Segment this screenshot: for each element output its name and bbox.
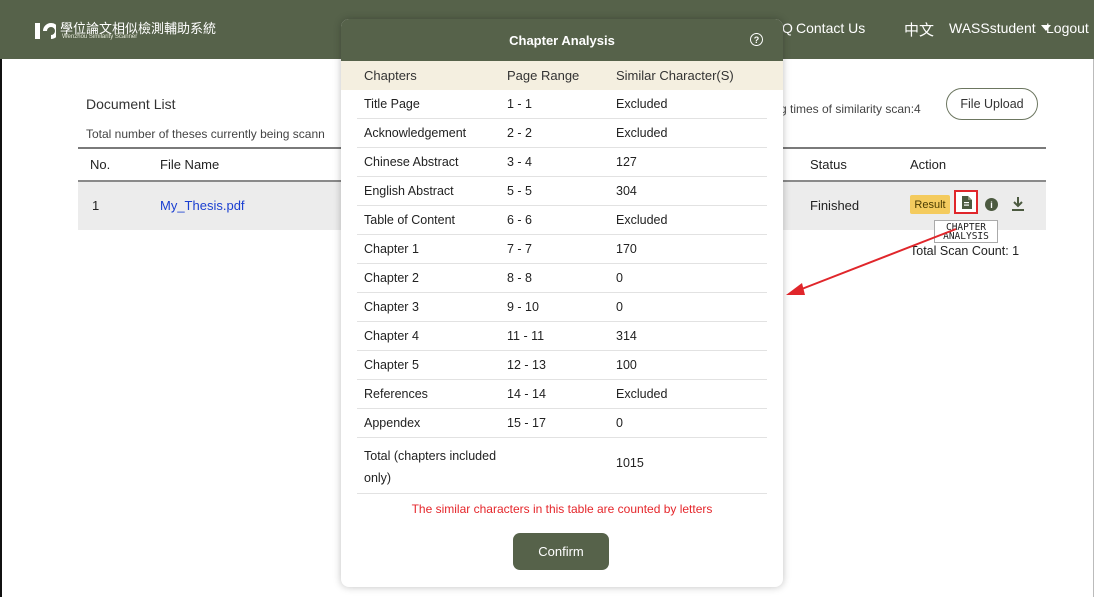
download-icon[interactable] — [1011, 196, 1025, 212]
column-header-no: No. — [90, 157, 111, 172]
similar-characters: 304 — [616, 184, 637, 198]
page-range: 7 - 7 — [507, 242, 533, 256]
table-row: Chapter 1 7 - 7 170 — [357, 235, 767, 264]
page-range: 2 - 2 — [507, 126, 533, 140]
column-header-action: Action — [910, 157, 947, 172]
modal-header: Chapter Analysis ? — [341, 19, 783, 61]
table-row: Chapter 5 12 - 13 100 — [357, 351, 767, 380]
nav-faq-link[interactable]: Q — [782, 20, 793, 36]
page-range: 9 - 10 — [507, 300, 539, 314]
user-menu[interactable]: WASSstudent — [949, 20, 1051, 36]
chapter-analysis-button[interactable] — [954, 190, 978, 214]
column-header-status: Status — [810, 157, 847, 172]
column-header-chapters: Chapters — [364, 68, 417, 83]
chapter-name: Appendex — [364, 416, 421, 430]
column-header-page-range: Page Range — [507, 68, 580, 83]
chapter-name: References — [364, 387, 428, 401]
similar-characters: Excluded — [616, 213, 668, 227]
chapter-name: Title Page — [364, 97, 420, 111]
table-header: Chapters Page Range Similar Character(S) — [341, 61, 783, 90]
scan-times-text: g times of similarity scan:4 — [780, 102, 921, 116]
chapter-name: Chapter 5 — [364, 358, 419, 372]
page-range: 12 - 13 — [507, 358, 546, 372]
page-range: 14 - 14 — [507, 387, 546, 401]
file-name-link[interactable]: My_Thesis.pdf — [160, 198, 245, 213]
similar-characters: 170 — [616, 242, 637, 256]
result-button[interactable]: Result — [910, 195, 950, 214]
logout-link[interactable]: Logout — [1046, 20, 1089, 36]
file-upload-button[interactable]: File Upload — [946, 88, 1038, 120]
similar-characters: 100 — [616, 358, 637, 372]
language-switch[interactable]: 中文 — [904, 19, 934, 40]
annotation-arrow — [786, 228, 957, 295]
chapter-name: Chinese Abstract — [364, 155, 459, 169]
chapter-name: Chapter 2 — [364, 271, 419, 285]
similar-characters: Excluded — [616, 387, 668, 401]
table-row: Chapter 4 11 - 11 314 — [357, 322, 767, 351]
table-row: References 14 - 14 Excluded — [357, 380, 767, 409]
document-icon — [961, 195, 972, 209]
brand-subtitle: Wenzhou Similarity Scanner — [62, 34, 138, 40]
table-row: English Abstract 5 - 5 304 — [357, 177, 767, 206]
modal-title: Chapter Analysis — [509, 33, 615, 48]
column-header-similar-characters: Similar Character(S) — [616, 68, 734, 83]
confirm-button[interactable]: Confirm — [513, 533, 609, 570]
table-row: Title Page 1 - 1 Excluded — [357, 90, 767, 119]
column-header-file-name: File Name — [160, 157, 220, 172]
chapter-name: Chapter 4 — [364, 329, 419, 343]
chapter-name: Chapter 1 — [364, 242, 419, 256]
similar-characters: Excluded — [616, 97, 668, 111]
status-text: Finished — [810, 198, 860, 213]
page-range: 3 - 4 — [507, 155, 533, 169]
help-icon[interactable]: ? — [750, 33, 763, 46]
chapter-name: Table of Content — [364, 213, 456, 227]
chapter-name: Chapter 3 — [364, 300, 419, 314]
page-range: 11 - 11 — [507, 329, 545, 343]
chapter-name: English Abstract — [364, 184, 454, 198]
total-row: Total (chapters included only) 1015 — [357, 434, 767, 494]
similar-characters: 314 — [616, 329, 637, 343]
table-row: Chapter 3 9 - 10 0 — [357, 293, 767, 322]
table-row: Acknowledgement 2 - 2 Excluded — [357, 119, 767, 148]
total-theses-text: Total number of theses currently being s… — [86, 127, 325, 141]
total-label: Total (chapters included only) — [364, 449, 497, 485]
similar-characters: 0 — [616, 416, 623, 430]
counting-note: The similar characters in this table are… — [411, 502, 713, 516]
similar-characters: 0 — [616, 271, 623, 285]
table-row: Chinese Abstract 3 - 4 127 — [357, 148, 767, 177]
left-border — [0, 59, 2, 597]
page-range: 6 - 6 — [507, 213, 533, 227]
table-row: Table of Content 6 - 6 Excluded — [357, 206, 767, 235]
info-icon[interactable]: i — [985, 198, 998, 211]
similar-characters: 127 — [616, 155, 637, 169]
page-range: 8 - 8 — [507, 271, 533, 285]
chapter-name: Acknowledgement — [364, 126, 467, 140]
page-range: 1 - 1 — [507, 97, 533, 111]
similar-characters: Excluded — [616, 126, 668, 140]
table-row: Chapter 2 8 - 8 0 — [357, 264, 767, 293]
total-value: 1015 — [616, 456, 644, 470]
nav-contact-link[interactable]: Contact Us — [796, 20, 865, 36]
page-range: 15 - 17 — [507, 416, 546, 430]
page-range: 5 - 5 — [507, 184, 533, 198]
user-name: WASSstudent — [949, 20, 1036, 36]
row-number: 1 — [92, 198, 100, 213]
similar-characters: 0 — [616, 300, 623, 314]
logo-icon[interactable] — [34, 20, 56, 42]
chapter-analysis-modal: Chapter Analysis ? Chapters Page Range S… — [341, 19, 783, 587]
page-title: Document List — [86, 96, 176, 112]
